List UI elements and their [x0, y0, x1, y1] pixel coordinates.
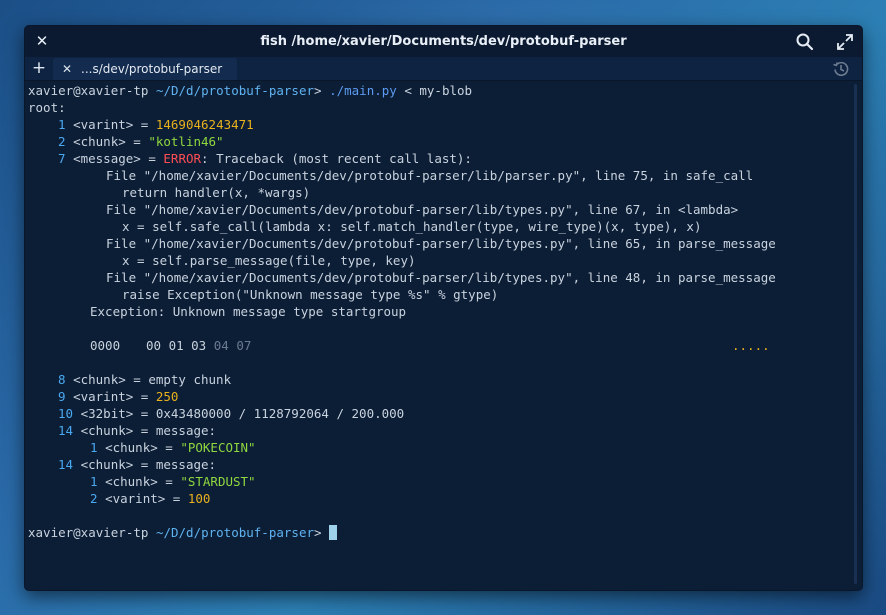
field-line: 9 <varint> = 250 — [58, 389, 179, 404]
field-line: 14 <chunk> = message: — [58, 457, 217, 472]
maximize-icon[interactable] — [836, 33, 854, 51]
field-line: 14 <chunk> = message: — [58, 423, 217, 438]
terminal-window: ✕ fish /home/xavier/Documents/dev/protob… — [24, 25, 863, 591]
traceback-line: File "/home/xavier/Documents/dev/protobu… — [106, 202, 739, 217]
field-line: 2 <varint> = 100 — [90, 491, 211, 506]
traceback-line: x = self.parse_message(file, type, key) — [122, 253, 416, 268]
history-icon[interactable] — [832, 60, 850, 78]
prompt-line: xavier@xavier-tp ~/D/d/protobuf-parser> — [28, 524, 338, 541]
scrollbar[interactable] — [854, 84, 857, 584]
root-line: root: — [28, 100, 66, 115]
field-line: 2 <chunk> = "kotlin46" — [58, 134, 224, 149]
tab-close-icon[interactable]: ✕ — [61, 60, 73, 78]
text-cursor — [329, 525, 338, 540]
search-icon[interactable] — [795, 32, 815, 52]
hex-ascii: ..... — [732, 338, 770, 353]
traceback-line: raise Exception("Unknown message type %s… — [122, 287, 499, 302]
close-icon[interactable]: ✕ — [34, 32, 50, 50]
field-line: 7 <message> = ERROR: Traceback (most rec… — [58, 151, 472, 166]
plus-icon[interactable]: + — [31, 58, 47, 79]
field-line: 1 <chunk> = "POKECOIN" — [90, 440, 256, 455]
exception-line: Exception: Unknown message type startgro… — [90, 304, 407, 319]
field-line: 1 <chunk> = "STARDUST" — [90, 474, 256, 489]
terminal-output[interactable]: xavier@xavier-tp ~/D/d/protobuf-parser> … — [28, 82, 850, 587]
window-title: fish /home/xavier/Documents/dev/protobuf… — [260, 34, 627, 49]
field-line: 1 <varint> = 1469046243471 — [58, 117, 254, 132]
traceback-line: x = self.safe_call(lambda x: self.match_… — [122, 219, 702, 234]
hex-bytes: 00 01 03 04 07 — [146, 338, 252, 353]
traceback-line: File "/home/xavier/Documents/dev/protobu… — [106, 236, 776, 251]
field-line: 10 <32bit> = 0x43480000 / 1128792064 / 2… — [58, 406, 405, 421]
traceback-line: File "/home/xavier/Documents/dev/protobu… — [106, 270, 776, 285]
titlebar: ✕ fish /home/xavier/Documents/dev/protob… — [25, 26, 862, 57]
field-line: 8 <chunk> = empty chunk — [58, 372, 232, 387]
tab-label: ...s/dev/protobuf-parser — [81, 62, 223, 76]
traceback-line: return handler(x, *wargs) — [122, 185, 311, 200]
tab-bar: + ✕ ...s/dev/protobuf-parser — [25, 57, 862, 81]
tab-protobuf-parser[interactable]: ✕ ...s/dev/protobuf-parser — [53, 58, 237, 80]
hex-offset: 0000 — [90, 338, 121, 353]
traceback-line: File "/home/xavier/Documents/dev/protobu… — [106, 168, 754, 183]
prompt-line: xavier@xavier-tp ~/D/d/protobuf-parser> … — [28, 83, 473, 98]
